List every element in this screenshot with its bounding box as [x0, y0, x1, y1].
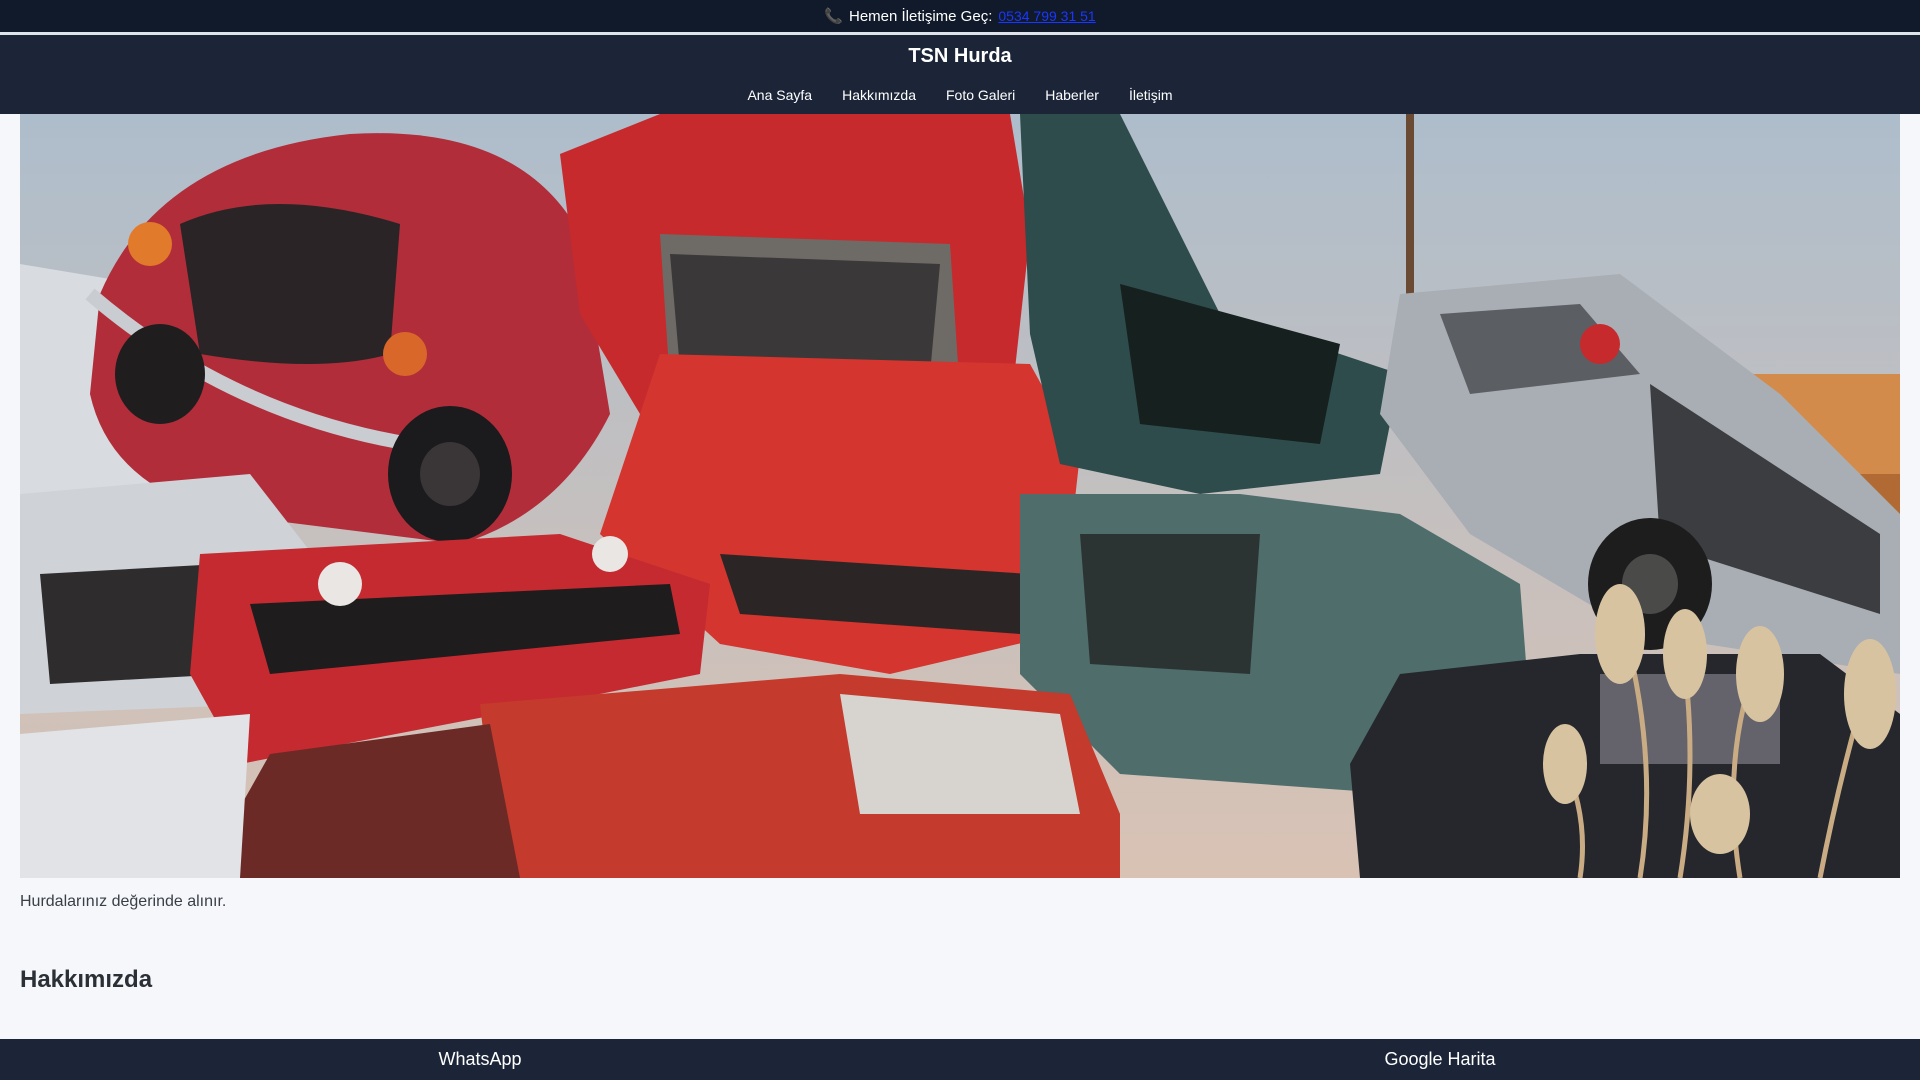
phone-icon: 📞	[824, 8, 843, 25]
hero-caption: Hurdalarınız değerinde alınır.	[20, 893, 227, 910]
nav-item-home[interactable]: Ana Sayfa	[747, 87, 812, 103]
nav-item-about[interactable]: Hakkımızda	[842, 87, 916, 103]
scrapyard-cars-photo	[20, 114, 1900, 878]
site-title[interactable]: TSN Hurda	[0, 45, 1920, 68]
top-contact-bar: 📞 Hemen İletişime Geç: 0534 799 31 51	[0, 0, 1920, 32]
bottom-action-bar: WhatsApp Google Harita	[0, 1039, 1920, 1080]
google-maps-button[interactable]: Google Harita	[960, 1039, 1920, 1080]
nav-item-gallery[interactable]: Foto Galeri	[946, 87, 1015, 103]
phone-link[interactable]: 0534 799 31 51	[998, 8, 1095, 24]
contact-prefix: Hemen İletişime Geç:	[848, 7, 993, 25]
nav-item-contact[interactable]: İletişim	[1129, 87, 1173, 103]
nav-item-news[interactable]: Haberler	[1045, 87, 1099, 103]
section-title-about: Hakkımızda	[20, 966, 153, 993]
whatsapp-button[interactable]: WhatsApp	[0, 1039, 960, 1080]
site-header: TSN Hurda Ana Sayfa Hakkımızda Foto Gale…	[0, 35, 1920, 114]
main-nav: Ana Sayfa Hakkımızda Foto Galeri Haberle…	[0, 87, 1920, 103]
hero-image	[20, 114, 1900, 878]
